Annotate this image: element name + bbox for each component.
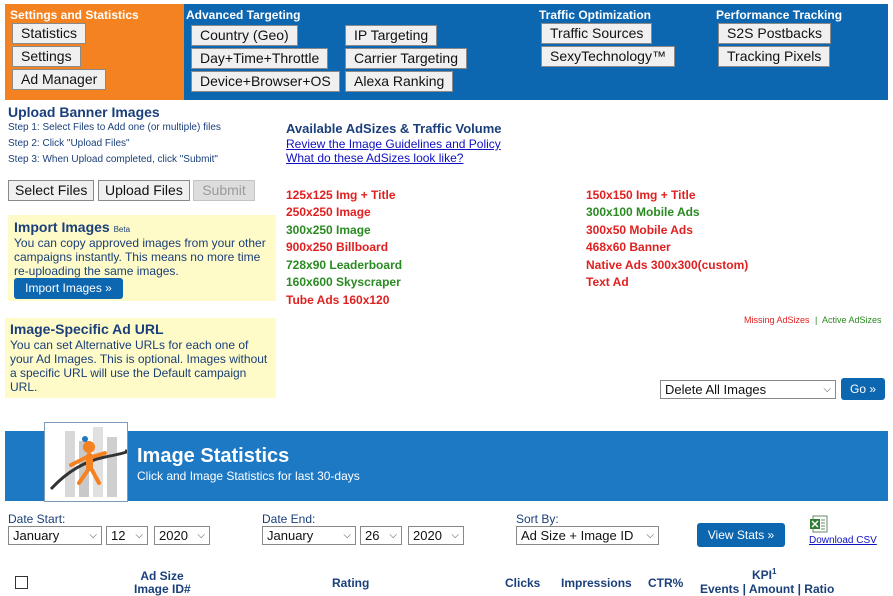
image-statistics-title: Image Statistics	[137, 445, 290, 467]
date-start-label: Date Start:	[8, 512, 66, 526]
submit-button[interactable]: Submit	[193, 180, 255, 201]
sort-by-value: Ad Size + Image ID	[521, 528, 634, 543]
excel-icon[interactable]	[810, 515, 828, 533]
nav-settings-button[interactable]: Settings	[12, 46, 81, 67]
download-csv-link[interactable]: Download CSV	[809, 535, 877, 546]
nav-section-settings: Settings and Statistics Statistics Setti…	[5, 4, 184, 100]
adsize-item: 300x50 Mobile Ads	[586, 223, 693, 237]
date-end-label: Date End:	[262, 512, 316, 526]
nav-section-title: Traffic Optimization	[539, 8, 652, 22]
column-impressions[interactable]: Impressions	[561, 576, 632, 590]
nav-statistics-button[interactable]: Statistics	[12, 23, 87, 44]
nav-day-time-throttle-button[interactable]: Day+Time+Throttle	[191, 48, 329, 69]
nav-s2s-postbacks-button[interactable]: S2S Postbacks	[718, 23, 831, 44]
column-adsize[interactable]: Ad Size	[138, 569, 186, 583]
column-ctr[interactable]: CTR%	[648, 576, 683, 590]
adsize-item: 468x60 Banner	[586, 240, 671, 254]
nav-traffic-sources-button[interactable]: Traffic Sources	[541, 23, 653, 44]
adsize-item: 900x250 Billboard	[286, 240, 389, 254]
select-all-checkbox[interactable]	[15, 576, 28, 589]
end-day-value: 26	[365, 528, 380, 543]
start-month-select[interactable]: January ⌵	[8, 526, 102, 545]
image-guidelines-link[interactable]: Review the Image Guidelines and Policy	[286, 137, 501, 151]
nav-country-geo-button[interactable]: Country (Geo)	[191, 25, 298, 46]
adsize-item: 160x600 Skyscraper	[286, 275, 401, 289]
adsize-item: 300x100 Mobile Ads	[586, 205, 700, 219]
legend-separator: |	[815, 315, 818, 325]
adsize-item: 728x90 Leaderboard	[286, 258, 403, 272]
nav-device-browser-os-button[interactable]: Device+Browser+OS	[191, 71, 340, 92]
upload-step-1: Step 1: Select Files to Add one (or mult…	[8, 122, 221, 133]
import-images-title: Import Images Beta	[14, 219, 130, 235]
nav-alexa-ranking-button[interactable]: Alexa Ranking	[345, 71, 454, 92]
end-day-select[interactable]: 26 ⌵	[360, 526, 402, 545]
chevron-down-icon: ⌵	[197, 530, 205, 541]
go-button[interactable]: Go »	[841, 378, 885, 400]
import-images-button[interactable]: Import Images »	[14, 278, 123, 299]
select-files-button[interactable]: Select Files	[8, 180, 95, 201]
nav-tracking-pixels-button[interactable]: Tracking Pixels	[718, 46, 831, 67]
adsizes-preview-link[interactable]: What do these AdSizes look like?	[286, 151, 463, 165]
upload-title: Upload Banner Images	[8, 104, 160, 120]
column-kpi-footnote: 1	[772, 567, 777, 576]
start-month-value: January	[13, 528, 60, 543]
adsizes-title: Available AdSizes & Traffic Volume	[286, 121, 502, 136]
start-year-value: 2020	[159, 528, 188, 543]
chevron-down-icon: ⌵	[389, 530, 397, 541]
adsize-item: 250x250 Image	[286, 205, 371, 219]
chevron-down-icon: ⌵	[823, 384, 831, 395]
column-kpi[interactable]: KPI1	[752, 567, 776, 582]
view-stats-button[interactable]: View Stats »	[697, 523, 785, 547]
end-year-value: 2020	[413, 528, 442, 543]
image-specific-url-title: Image-Specific Ad URL	[10, 321, 164, 337]
adsize-item: Native Ads 300x300(custom)	[586, 258, 749, 272]
start-year-select[interactable]: 2020 ⌵	[154, 526, 210, 545]
mascot-icon	[49, 427, 129, 497]
end-month-select[interactable]: January ⌵	[262, 526, 356, 545]
beta-badge: Beta	[113, 225, 131, 234]
bulk-action-select[interactable]: Delete All Images ⌵	[660, 380, 836, 399]
upload-step-3: Step 3: When Upload completed, click "Su…	[8, 154, 218, 165]
legend-missing: Missing AdSizes	[744, 315, 810, 325]
import-images-panel: Import Images Beta You can copy approved…	[8, 215, 276, 301]
nav-section-title: Performance Tracking	[716, 8, 843, 22]
adsize-item: 125x125 Img + Title	[286, 188, 396, 202]
upload-step-2: Step 2: Click "Upload Files"	[8, 138, 130, 149]
import-images-heading: Import Images	[14, 219, 110, 235]
image-statistics-subtitle: Click and Image Statistics for last 30-d…	[137, 469, 360, 483]
chevron-down-icon: ⌵	[135, 530, 143, 541]
image-specific-url-panel: Image-Specific Ad URL You can set Altern…	[5, 318, 276, 398]
upload-files-button[interactable]: Upload Files	[98, 180, 190, 201]
adsize-item: Text Ad	[586, 275, 629, 289]
start-day-value: 12	[111, 528, 126, 543]
nav-ad-manager-button[interactable]: Ad Manager	[12, 69, 107, 90]
sort-by-select[interactable]: Ad Size + Image ID ⌵	[516, 526, 659, 545]
chevron-down-icon: ⌵	[343, 530, 351, 541]
adsize-item: 300x250 Image	[286, 223, 371, 237]
image-specific-url-description: You can set Alternative URLs for each on…	[10, 338, 268, 394]
adsize-item: Tube Ads 160x120	[286, 293, 390, 307]
nav-section-title: Settings and Statistics	[10, 8, 139, 22]
legend-active: Active AdSizes	[822, 315, 882, 325]
mascot-thumbnail	[44, 422, 129, 502]
chevron-down-icon: ⌵	[451, 530, 459, 541]
column-kpi-label: KPI	[752, 568, 773, 582]
end-month-value: January	[267, 528, 314, 543]
chevron-down-icon: ⌵	[646, 530, 654, 541]
adsize-item: 150x150 Img + Title	[586, 188, 696, 202]
column-clicks[interactable]: Clicks	[505, 576, 540, 590]
end-year-select[interactable]: 2020 ⌵	[408, 526, 464, 545]
nav-section-title: Advanced Targeting	[186, 8, 301, 22]
import-images-description: You can copy approved images from your o…	[14, 236, 266, 278]
top-navigation: Settings and Statistics Statistics Setti…	[5, 4, 888, 100]
nav-carrier-targeting-button[interactable]: Carrier Targeting	[345, 48, 468, 69]
chevron-down-icon: ⌵	[89, 530, 97, 541]
nav-ip-targeting-button[interactable]: IP Targeting	[345, 25, 438, 46]
bulk-action-value: Delete All Images	[665, 382, 767, 397]
nav-sexytechnology-button[interactable]: SexyTechnology™	[541, 46, 675, 67]
column-rating[interactable]: Rating	[332, 576, 369, 590]
sort-by-label: Sort By:	[516, 512, 559, 526]
start-day-select[interactable]: 12 ⌵	[106, 526, 148, 545]
